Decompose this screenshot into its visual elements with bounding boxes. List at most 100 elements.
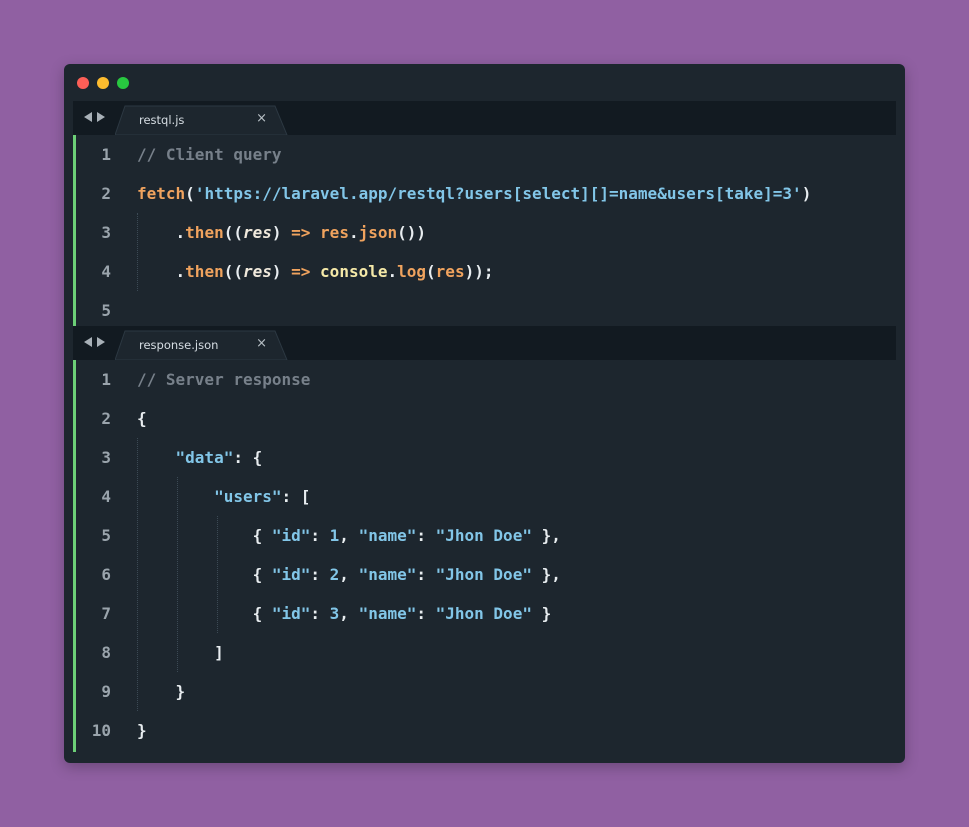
code-token: } xyxy=(137,682,186,701)
code-token: fetch xyxy=(137,184,186,203)
minimize-window-dot[interactable] xyxy=(97,77,109,89)
code-token: { xyxy=(137,565,272,584)
code-token: "id" xyxy=(271,565,311,584)
close-tab-icon[interactable]: × xyxy=(256,111,267,126)
line-number: 10 xyxy=(91,721,111,740)
code-token: { xyxy=(137,604,272,623)
code-token: "data" xyxy=(175,448,234,467)
code-token: ()) xyxy=(397,223,427,242)
code-line[interactable]: 10} xyxy=(76,711,896,750)
code-text: "data": { xyxy=(137,438,263,477)
code-line[interactable]: 7 { "id": 3, "name": "Jhon Doe" } xyxy=(76,594,896,633)
code-token: // Client query xyxy=(137,145,282,164)
code-line[interactable]: 9 } xyxy=(76,672,896,711)
code-token: } xyxy=(137,721,147,740)
code-token: : xyxy=(310,526,330,545)
tab-label: response.json xyxy=(139,338,219,352)
code-token: )); xyxy=(464,262,494,281)
code-token: . xyxy=(387,262,398,281)
code-token: res xyxy=(435,262,465,281)
line-number: 9 xyxy=(101,682,111,701)
code-text: // Client query xyxy=(137,135,282,174)
code-token: => xyxy=(291,262,311,281)
code-text: .then((res) => console.log(res)); xyxy=(137,252,494,291)
code-line[interactable]: 5 { "id": 1, "name": "Jhon Doe" }, xyxy=(76,516,896,555)
code-token: res xyxy=(242,223,272,242)
tab-response-json[interactable]: response.json × xyxy=(115,330,289,360)
code-line[interactable]: 8 ] xyxy=(76,633,896,672)
code-text: .then((res) => res.json()) xyxy=(137,213,427,252)
code-token: 3 xyxy=(329,604,340,623)
code-token: 2 xyxy=(329,565,340,584)
window-controls xyxy=(77,77,129,89)
code-text: fetch('https://laravel.app/restql?users[… xyxy=(137,174,811,213)
code-line[interactable]: 4 "users": [ xyxy=(76,477,896,516)
code-token: "id" xyxy=(271,526,311,545)
code-token: => xyxy=(291,223,311,242)
code-text: { "id": 2, "name": "Jhon Doe" }, xyxy=(137,555,561,594)
code-token: "users" xyxy=(214,487,282,506)
code-line[interactable]: 1 // Server response xyxy=(76,360,896,399)
code-token: res xyxy=(320,223,349,242)
code-line[interactable]: 5 xyxy=(76,291,896,330)
code-token: ) xyxy=(271,262,292,281)
next-tab-icon[interactable] xyxy=(97,112,105,122)
tab-navigation xyxy=(84,337,105,347)
line-number: 2 xyxy=(101,184,111,203)
editor-pane-response: response.json × 1// Server response 2{3 "… xyxy=(73,326,896,754)
code-token: : { xyxy=(233,448,263,467)
code-line[interactable]: 2 fetch('https://laravel.app/restql?users… xyxy=(76,174,896,213)
previous-tab-icon[interactable] xyxy=(84,112,92,122)
previous-tab-icon[interactable] xyxy=(84,337,92,347)
code-editor[interactable]: 1// Server response 2{3 "data": {4 "users… xyxy=(73,360,896,752)
code-token: "id" xyxy=(271,604,311,623)
maximize-window-dot[interactable] xyxy=(117,77,129,89)
code-token: : xyxy=(310,565,330,584)
code-token: ] xyxy=(137,643,224,662)
code-token: "Jhon Doe" xyxy=(435,565,532,584)
code-token: { xyxy=(137,409,147,428)
tab-navigation xyxy=(84,112,105,122)
code-token: // Server response xyxy=(137,370,311,389)
code-line[interactable]: 6 { "id": 2, "name": "Jhon Doe" }, xyxy=(76,555,896,594)
code-token: then xyxy=(185,262,224,281)
code-token: "name" xyxy=(358,565,417,584)
tab-restql-js[interactable]: restql.js × xyxy=(115,105,289,135)
code-text: { "id": 1, "name": "Jhon Doe" }, xyxy=(137,516,561,555)
code-line[interactable]: 1 // Client query xyxy=(76,135,896,174)
code-token: ( xyxy=(426,262,436,281)
line-number: 6 xyxy=(101,565,111,584)
code-token: }, xyxy=(531,526,561,545)
tab-label: restql.js xyxy=(139,113,185,127)
code-token: res xyxy=(242,262,272,281)
close-tab-icon[interactable]: × xyxy=(256,336,267,351)
code-line[interactable]: 2{ xyxy=(76,399,896,438)
code-token: (( xyxy=(223,223,243,242)
next-tab-icon[interactable] xyxy=(97,337,105,347)
code-line[interactable]: 3 .then((res) => res.json()) xyxy=(76,213,896,252)
line-number: 1 xyxy=(101,145,111,164)
code-token: log xyxy=(397,262,427,281)
code-editor[interactable]: 1 // Client query 2 fetch('https://laravel.… xyxy=(73,135,896,326)
code-line[interactable]: 3 "data": { xyxy=(76,438,896,477)
code-text: } xyxy=(137,672,186,711)
line-number: 3 xyxy=(101,223,111,242)
line-number: 8 xyxy=(101,643,111,662)
code-token: "Jhon Doe" xyxy=(435,604,532,623)
code-token: , xyxy=(339,565,359,584)
line-number: 5 xyxy=(101,526,111,545)
code-line[interactable]: 4 .then((res) => console.log(res)); xyxy=(76,252,896,291)
code-token: . xyxy=(348,223,359,242)
line-number: 5 xyxy=(101,301,111,320)
code-token: then xyxy=(185,223,224,242)
code-token: , xyxy=(339,604,359,623)
code-token: : xyxy=(416,604,436,623)
line-number: 4 xyxy=(101,487,111,506)
code-token: "name" xyxy=(358,604,417,623)
close-window-dot[interactable] xyxy=(77,77,89,89)
code-token: : xyxy=(310,604,330,623)
